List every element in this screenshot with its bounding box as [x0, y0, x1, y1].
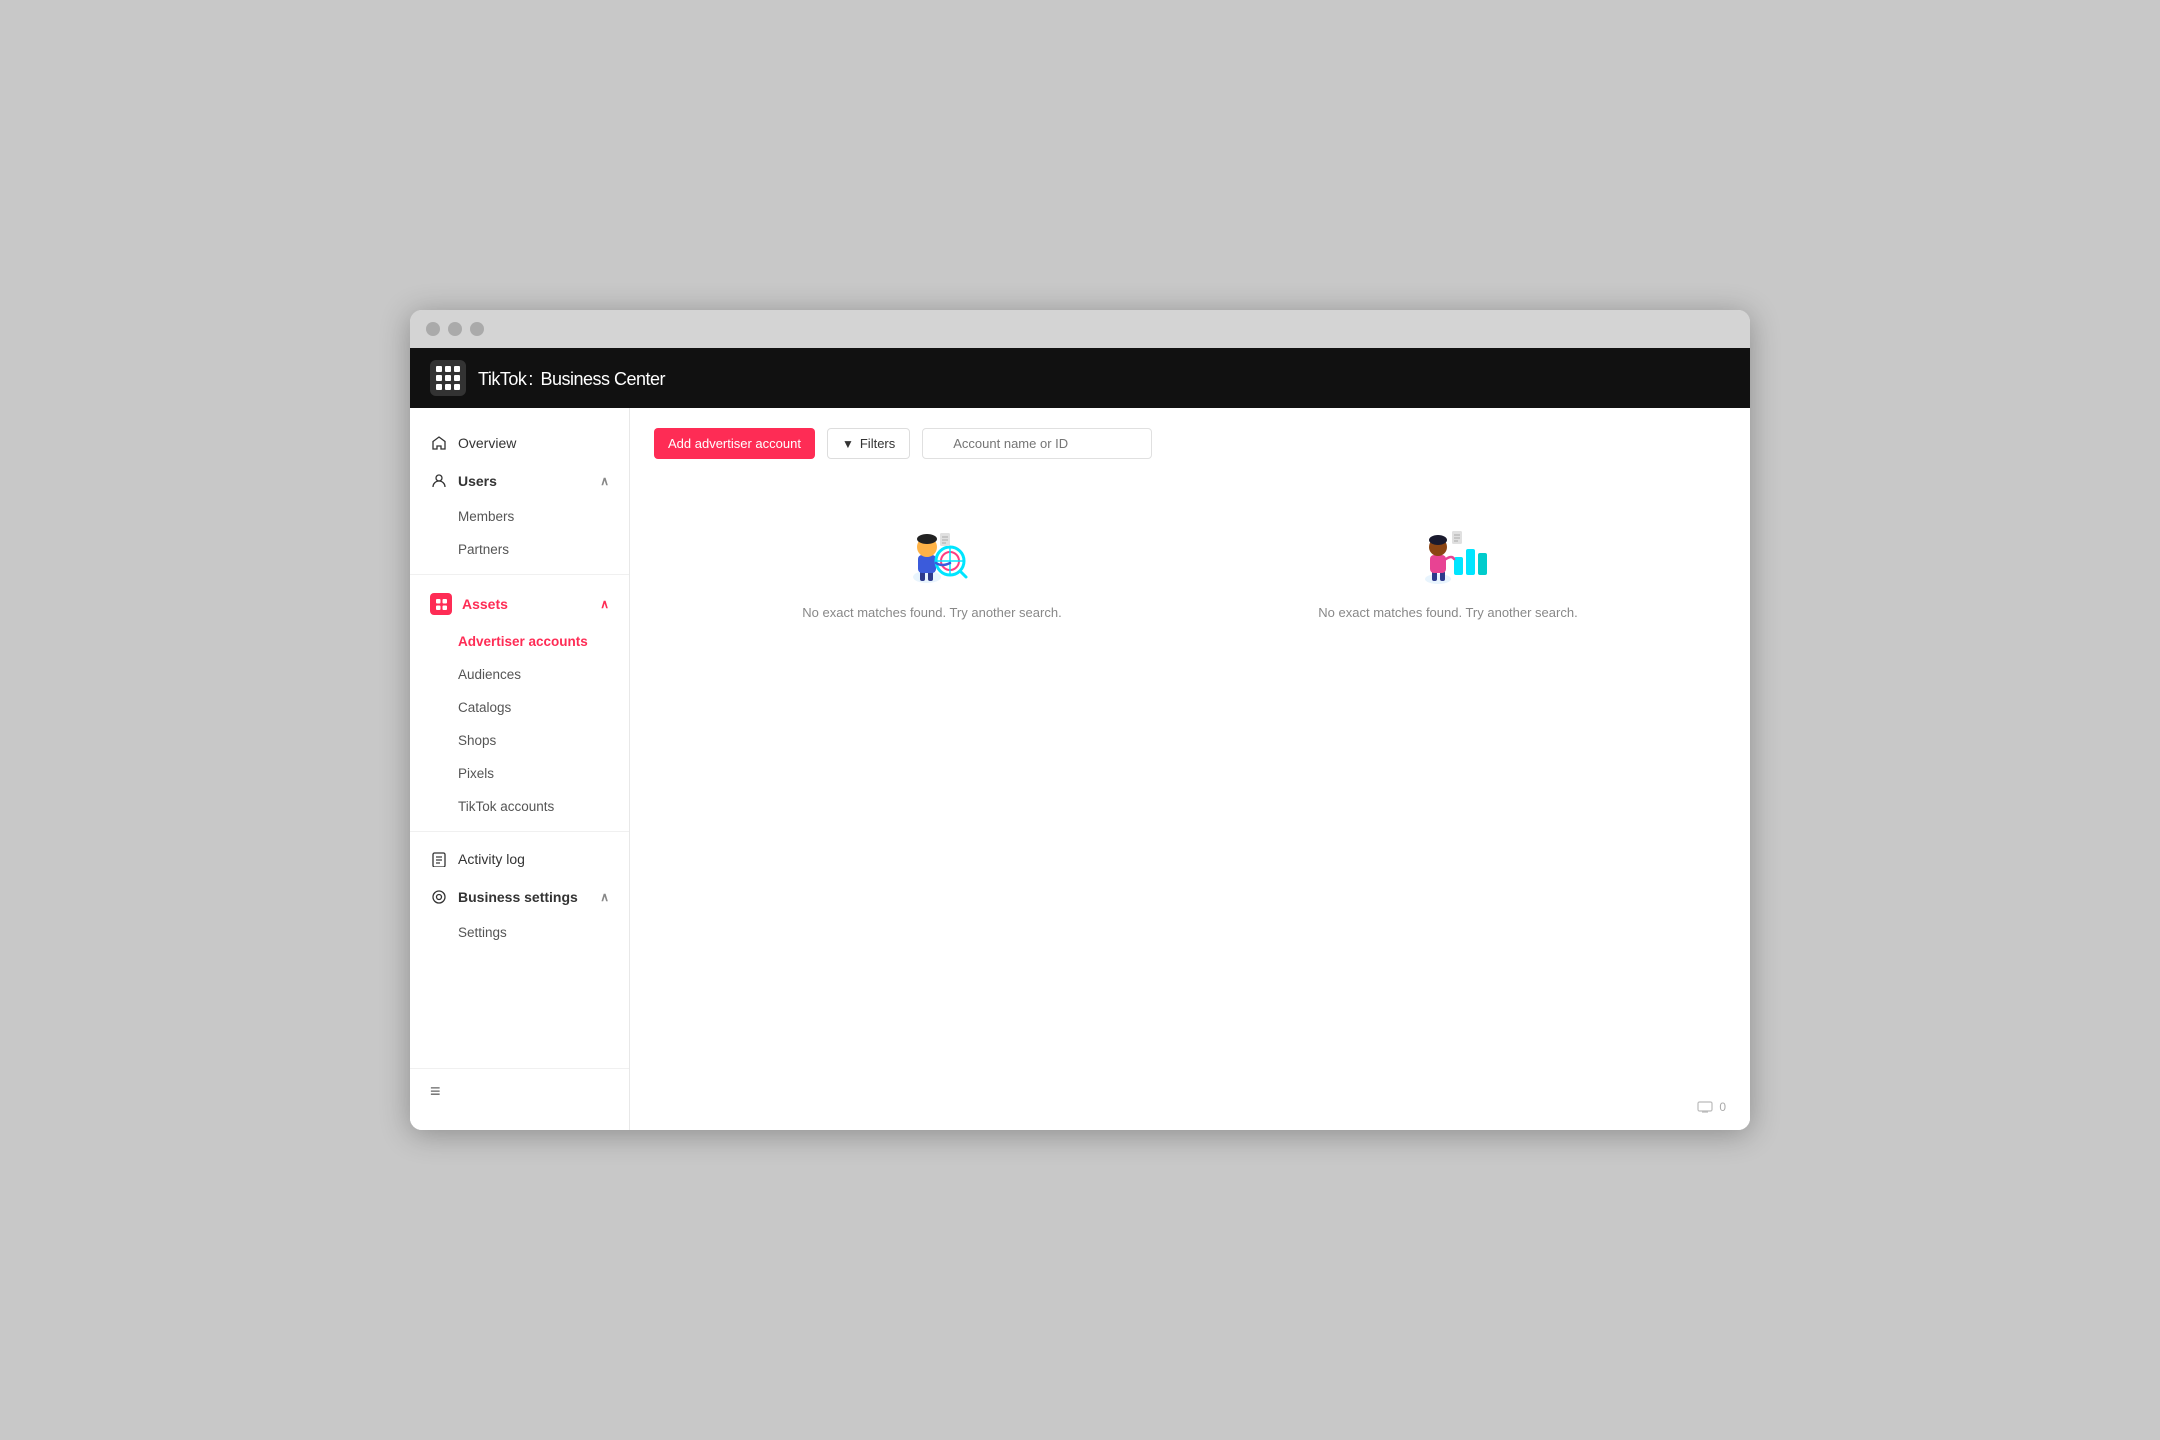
sidebar-item-partners[interactable]: Partners [410, 533, 629, 566]
content-wrapper: Add advertiser account ▼ Filters 🔍 [630, 408, 1750, 1130]
sidebar-item-overview[interactable]: Overview [410, 424, 629, 462]
activity-log-label: Activity log [458, 851, 525, 867]
sidebar-item-pixels[interactable]: Pixels [410, 757, 629, 790]
sidebar-item-catalogs[interactable]: Catalogs [410, 691, 629, 724]
empty-state-right: No exact matches found. Try another sear… [1210, 519, 1686, 620]
top-nav: TikTok: Business Center [410, 348, 1750, 408]
users-chevron: ∧ [600, 474, 609, 488]
sidebar-item-members[interactable]: Members [410, 500, 629, 533]
users-label: Users [458, 473, 497, 489]
search-container: 🔍 [922, 428, 1152, 459]
main-layout: Overview Users ∧ Members [410, 408, 1750, 1130]
empty-illustration-right [1408, 519, 1488, 589]
content-toolbar: Add advertiser account ▼ Filters 🔍 [654, 428, 1726, 459]
footer-count: 0 [1719, 1100, 1726, 1114]
sidebar-item-settings[interactable]: Settings [410, 916, 629, 949]
assets-icon [430, 593, 452, 615]
empty-state-text-left: No exact matches found. Try another sear… [802, 605, 1061, 620]
footer-area: 0 [1697, 1100, 1726, 1114]
sidebar-item-business-settings[interactable]: Business settings ∧ [410, 878, 629, 916]
catalogs-label: Catalogs [458, 700, 511, 715]
filters-button[interactable]: ▼ Filters [827, 428, 910, 459]
display-icon [1697, 1101, 1713, 1113]
audiences-label: Audiences [458, 667, 521, 682]
empty-illustration-left [892, 519, 972, 589]
tiktok-accounts-label: TikTok accounts [458, 799, 554, 814]
apps-grid-button[interactable] [430, 360, 466, 396]
sidebar-item-activity-log[interactable]: Activity log [410, 840, 629, 878]
filter-icon: ▼ [842, 437, 854, 451]
sidebar-item-shops[interactable]: Shops [410, 724, 629, 757]
sidebar-item-tiktok-accounts[interactable]: TikTok accounts [410, 790, 629, 823]
browser-dot-yellow [448, 322, 462, 336]
advertiser-accounts-label: Advertiser accounts [458, 634, 588, 649]
sidebar-bottom: ≡ [410, 1068, 629, 1114]
sidebar-item-audiences[interactable]: Audiences [410, 658, 629, 691]
sidebar-item-assets[interactable]: Assets ∧ [410, 583, 629, 625]
partners-label: Partners [458, 542, 509, 557]
sidebar-item-users[interactable]: Users ∧ [410, 462, 629, 500]
assets-chevron: ∧ [600, 597, 609, 611]
add-advertiser-account-button[interactable]: Add advertiser account [654, 428, 815, 459]
sidebar-divider-2 [410, 831, 629, 832]
business-settings-icon [430, 888, 448, 906]
collapse-sidebar-icon[interactable]: ≡ [430, 1081, 441, 1102]
shops-label: Shops [458, 733, 496, 748]
browser-dot-green [470, 322, 484, 336]
sidebar-divider-1 [410, 574, 629, 575]
empty-state-text-right: No exact matches found. Try another sear… [1318, 605, 1577, 620]
assets-label: Assets [462, 596, 508, 612]
settings-label: Settings [458, 925, 507, 940]
grid-dots [436, 366, 460, 390]
overview-label: Overview [458, 435, 516, 451]
app-container: TikTok: Business Center Overview [410, 348, 1750, 1130]
browser-dot-red [426, 322, 440, 336]
business-settings-chevron: ∧ [600, 890, 609, 904]
users-icon [430, 472, 448, 490]
search-input[interactable] [922, 428, 1152, 459]
content-area: Add advertiser account ▼ Filters 🔍 [630, 408, 1750, 1130]
sidebar-item-advertiser-accounts[interactable]: Advertiser accounts [410, 625, 629, 658]
browser-chrome [410, 310, 1750, 348]
members-label: Members [458, 509, 514, 524]
activity-log-icon [430, 850, 448, 868]
empty-states: No exact matches found. Try another sear… [654, 519, 1726, 620]
tiktok-logo: TikTok: Business Center [478, 365, 665, 391]
empty-state-left: No exact matches found. Try another sear… [694, 519, 1170, 620]
pixels-label: Pixels [458, 766, 494, 781]
sidebar: Overview Users ∧ Members [410, 408, 630, 1130]
business-settings-label: Business settings [458, 889, 578, 905]
home-icon [430, 434, 448, 452]
